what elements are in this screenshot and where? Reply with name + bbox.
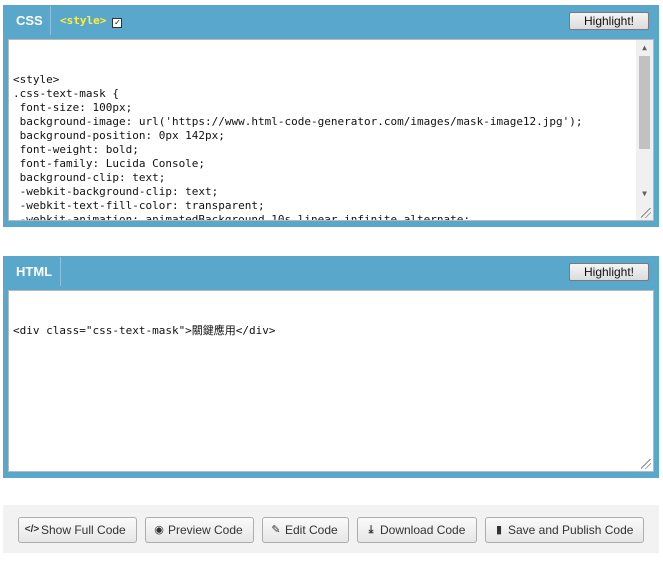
- download-code-button[interactable]: ⤓ Download Code: [357, 517, 477, 543]
- html-code-editor[interactable]: <div class="css-text-mask">關鍵應用</div>: [8, 290, 654, 472]
- show-full-code-button[interactable]: </> Show Full Code: [18, 517, 137, 543]
- resize-grip-icon[interactable]: [641, 208, 651, 218]
- show-full-code-label: Show Full Code: [41, 523, 126, 537]
- css-code-lines: <style> .css-text-mask { font-size: 100px…: [13, 73, 633, 221]
- scroll-up-arrow-icon[interactable]: ▲: [636, 40, 653, 55]
- css-code-line: -webkit-animation: animatedBackground 10…: [13, 213, 470, 221]
- html-highlight-button[interactable]: Highlight!: [569, 263, 649, 281]
- html-panel: HTML Highlight! <div class="css-text-mas…: [3, 256, 659, 478]
- css-code-line: -webkit-text-fill-color: transparent;: [13, 199, 265, 212]
- scrollbar-thumb[interactable]: [639, 56, 650, 149]
- download-code-label: Download Code: [380, 523, 466, 537]
- scroll-down-arrow-icon[interactable]: ▼: [636, 186, 653, 201]
- edit-code-button[interactable]: ✎ Edit Code: [262, 517, 349, 543]
- css-tab[interactable]: CSS: [4, 6, 51, 35]
- css-editor-scrollbar[interactable]: ▲ ▼: [636, 40, 653, 220]
- bookmark-icon: ▮: [495, 524, 503, 536]
- css-code-line: background-image: url('https://www.html-…: [13, 115, 583, 128]
- css-highlight-button[interactable]: Highlight!: [569, 12, 649, 30]
- style-toggle[interactable]: <style> ✓: [60, 6, 123, 35]
- css-code-line: font-size: 100px;: [13, 101, 133, 114]
- css-panel: CSS <style> ✓ Highlight! <style> .css-text…: [3, 5, 659, 227]
- html-tab[interactable]: HTML: [4, 257, 61, 286]
- preview-code-label: Preview Code: [168, 523, 243, 537]
- css-code-line: -webkit-background-clip: text;: [13, 185, 219, 198]
- css-code-line: <style>: [13, 73, 60, 86]
- pencil-icon: ✎: [271, 524, 281, 536]
- edit-code-label: Edit Code: [285, 523, 338, 537]
- style-checkbox[interactable]: ✓: [112, 18, 123, 28]
- css-code-line: font-family: Lucida Console;: [13, 157, 206, 170]
- html-code-line: <div class="css-text-mask">關鍵應用</div>: [13, 324, 276, 337]
- resize-grip-icon[interactable]: [641, 459, 651, 469]
- save-and-publish-button[interactable]: ▮ Save and Publish Code: [485, 517, 644, 543]
- css-code-line: background-clip: text;: [13, 171, 166, 184]
- download-icon: ⤓: [368, 524, 374, 536]
- code-icon: </>: [24, 524, 40, 535]
- css-code-editor[interactable]: <style> .css-text-mask { font-size: 100px…: [8, 39, 654, 221]
- html-panel-header: HTML Highlight!: [4, 257, 658, 286]
- html-code-lines: <div class="css-text-mask">關鍵應用</div>: [13, 324, 649, 338]
- action-toolbar: </> Show Full Code ◉ Preview Code ✎ Edit…: [3, 505, 659, 553]
- css-code-line: background-position: 0px 142px;: [13, 129, 225, 142]
- preview-code-button[interactable]: ◉ Preview Code: [145, 517, 254, 543]
- css-code-line: font-weight: bold;: [13, 143, 139, 156]
- css-panel-header: CSS <style> ✓ Highlight!: [4, 6, 658, 35]
- save-and-publish-label: Save and Publish Code: [508, 523, 634, 537]
- css-code-line: .css-text-mask {: [13, 87, 119, 100]
- style-toggle-label: <style>: [60, 14, 107, 27]
- eye-icon: ◉: [154, 524, 164, 536]
